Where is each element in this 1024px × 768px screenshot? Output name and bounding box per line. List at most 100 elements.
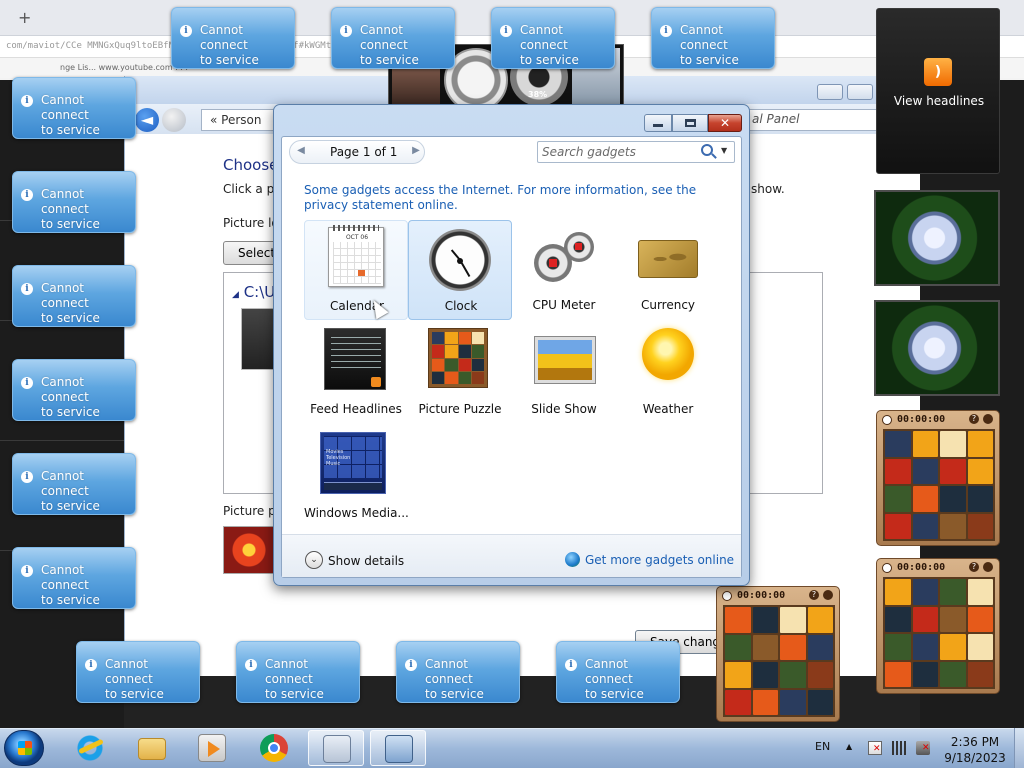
gadget-weather[interactable]: Weather <box>616 324 720 424</box>
action-center-icon[interactable] <box>868 741 882 755</box>
pause-icon[interactable] <box>823 590 833 600</box>
cannot-connect-tile[interactable]: i Cannot connect to service <box>12 547 136 609</box>
pause-icon[interactable] <box>983 562 993 572</box>
minimize-button[interactable] <box>817 84 843 100</box>
clock-tray[interactable]: 2:36 PM 9/18/2023 <box>940 734 1010 766</box>
puzzle-tile[interactable] <box>940 458 966 484</box>
puzzle-tile[interactable] <box>912 458 938 484</box>
cannot-connect-tile[interactable]: i Cannot connect to service <box>556 641 680 703</box>
gadget-slide-show[interactable]: Slide Show <box>512 324 616 424</box>
next-page-button[interactable]: ▶ <box>409 144 423 158</box>
puzzle-tile[interactable] <box>885 606 911 632</box>
taskbar-windows-explorer[interactable] <box>124 730 180 766</box>
show-details-button[interactable]: Show details <box>328 554 404 568</box>
taskbar-gadgets[interactable] <box>308 730 364 766</box>
gadget-currency[interactable]: Currency <box>616 220 720 320</box>
picture-position-preview[interactable] <box>223 526 275 574</box>
taskbar-chrome[interactable] <box>246 730 302 766</box>
cannot-connect-tile[interactable]: i Cannot connect to service <box>12 359 136 421</box>
puzzle-tile[interactable] <box>912 606 938 632</box>
help-icon[interactable]: ? <box>809 590 819 600</box>
cannot-connect-tile[interactable]: i Cannot connect to service <box>76 641 200 703</box>
puzzle-tile[interactable] <box>912 486 938 512</box>
search-icon[interactable] <box>701 144 713 156</box>
puzzle-tile[interactable] <box>912 431 938 457</box>
cannot-connect-tile[interactable]: i Cannot connect to service <box>331 7 455 69</box>
picture-puzzle-gadget[interactable]: 00:00:00? <box>876 410 1000 546</box>
gadget-picture-puzzle[interactable]: Picture Puzzle <box>408 324 512 424</box>
picture-puzzle-gadget[interactable]: 00:00:00? <box>876 558 1000 694</box>
puzzle-tile[interactable] <box>780 607 806 633</box>
cannot-connect-tile[interactable]: i Cannot connect to service <box>12 453 136 515</box>
puzzle-tile[interactable] <box>885 579 911 605</box>
puzzle-tile[interactable] <box>967 458 993 484</box>
gadget-windows-media-center[interactable]: Movies Television Music Windows Media... <box>304 428 408 528</box>
puzzle-tile[interactable] <box>780 689 806 715</box>
minimize-button[interactable] <box>644 114 672 132</box>
show-desktop-button[interactable] <box>1014 728 1024 768</box>
network-icon[interactable] <box>892 741 906 755</box>
puzzle-tile[interactable] <box>885 634 911 660</box>
puzzle-tile[interactable] <box>940 634 966 660</box>
puzzle-tile[interactable] <box>940 661 966 687</box>
taskbar-control-panel[interactable] <box>370 730 426 766</box>
cannot-connect-tile[interactable]: i Cannot connect to service <box>491 7 615 69</box>
search-input[interactable] <box>542 145 692 159</box>
puzzle-tile[interactable] <box>807 662 833 688</box>
puzzle-tile[interactable] <box>807 634 833 660</box>
view-headlines-link[interactable]: View headlines <box>884 94 994 108</box>
maximize-button[interactable] <box>672 114 708 132</box>
cannot-connect-tile[interactable]: i Cannot connect to service <box>396 641 520 703</box>
puzzle-tile[interactable] <box>725 662 751 688</box>
expand-arrow-icon[interactable]: ◢ <box>232 290 239 300</box>
privacy-info-link[interactable]: Some gadgets access the Internet. For mo… <box>304 183 724 213</box>
puzzle-tile[interactable] <box>967 579 993 605</box>
puzzle-tile[interactable] <box>967 606 993 632</box>
gadget-cpu-meter[interactable]: CPU Meter <box>512 220 616 320</box>
puzzle-tile[interactable] <box>725 607 751 633</box>
get-more-gadgets-link[interactable]: Get more gadgets online <box>585 553 734 567</box>
slideshow-gadget[interactable] <box>874 190 1000 286</box>
puzzle-tile[interactable] <box>940 513 966 539</box>
gadget-calendar[interactable]: OCT 06 Calendar <box>304 220 408 320</box>
new-tab-icon[interactable]: + <box>18 8 31 27</box>
puzzle-tile[interactable] <box>967 634 993 660</box>
puzzle-tile[interactable] <box>940 486 966 512</box>
taskbar-internet-explorer[interactable] <box>62 730 118 766</box>
puzzle-tile[interactable] <box>885 661 911 687</box>
picture-puzzle-gadget[interactable]: 00:00:00? <box>716 586 840 722</box>
maximize-button[interactable] <box>847 84 873 100</box>
cannot-connect-tile[interactable]: i Cannot connect to service <box>651 7 775 69</box>
puzzle-tile[interactable] <box>885 513 911 539</box>
help-icon[interactable]: ? <box>969 414 979 424</box>
gadget-feed-headlines[interactable]: Feed Headlines <box>304 324 408 424</box>
previous-page-button[interactable]: ◀ <box>294 144 308 158</box>
slideshow-gadget[interactable] <box>874 300 1000 396</box>
volume-icon[interactable] <box>916 741 930 755</box>
puzzle-tile[interactable] <box>912 634 938 660</box>
close-button[interactable]: ✕ <box>708 114 742 132</box>
taskbar-media-player[interactable] <box>184 730 240 766</box>
feed-headlines-gadget[interactable] <box>876 8 1000 174</box>
pause-icon[interactable] <box>983 414 993 424</box>
puzzle-tile[interactable] <box>752 634 778 660</box>
cannot-connect-tile[interactable]: i Cannot connect to service <box>236 641 360 703</box>
language-indicator[interactable]: EN <box>815 740 830 753</box>
puzzle-tile[interactable] <box>912 661 938 687</box>
cannot-connect-tile[interactable]: i Cannot connect to service <box>12 171 136 233</box>
forward-button[interactable] <box>162 108 186 132</box>
puzzle-tile[interactable] <box>752 607 778 633</box>
back-button[interactable]: ◄ <box>135 108 159 132</box>
puzzle-tile[interactable] <box>967 513 993 539</box>
puzzle-tile[interactable] <box>885 458 911 484</box>
puzzle-tile[interactable] <box>967 486 993 512</box>
puzzle-tile[interactable] <box>940 431 966 457</box>
puzzle-tile[interactable] <box>967 431 993 457</box>
gadget-clock[interactable]: Clock <box>408 220 512 320</box>
puzzle-tile[interactable] <box>725 689 751 715</box>
cannot-connect-tile[interactable]: i Cannot connect to service <box>171 7 295 69</box>
puzzle-tile[interactable] <box>807 689 833 715</box>
puzzle-tile[interactable] <box>752 689 778 715</box>
start-button[interactable] <box>4 730 44 766</box>
puzzle-tile[interactable] <box>940 579 966 605</box>
